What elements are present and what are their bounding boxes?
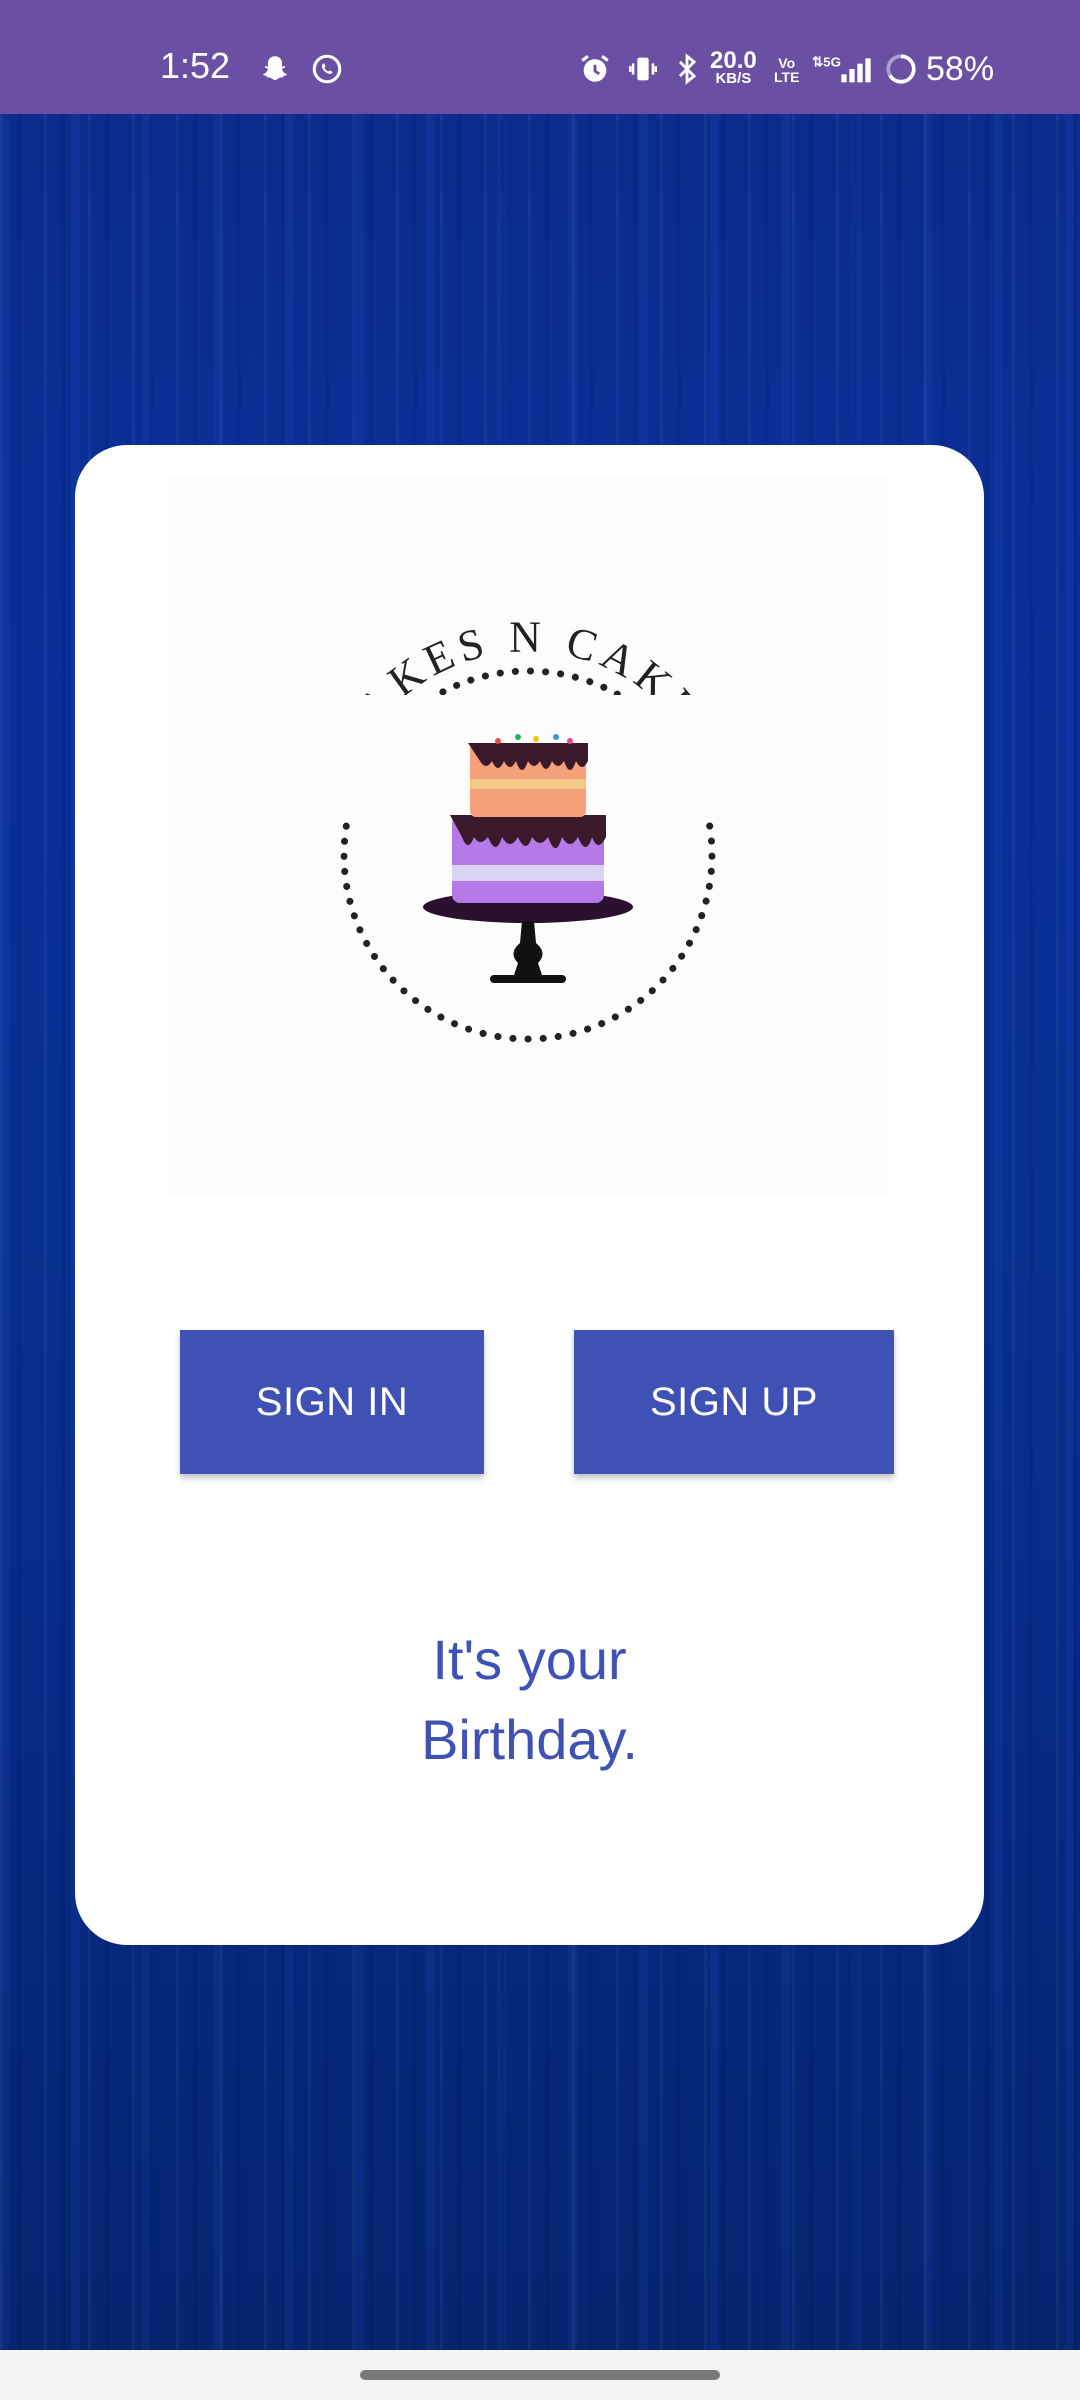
tagline: It's your Birthday.	[75, 1620, 984, 1780]
alarm-icon	[581, 55, 609, 82]
welcome-card: CAKES N CAKES SIGN IN SIGN UP It	[75, 445, 984, 1945]
snapchat-icon	[262, 56, 288, 80]
battery-icon	[886, 54, 916, 84]
navigation-bar	[0, 2350, 1080, 2400]
tagline-line-1: It's your	[432, 1628, 627, 1691]
cake-logo-icon: CAKES N CAKES	[318, 612, 738, 1043]
sign-in-button[interactable]: SIGN IN	[180, 1330, 484, 1474]
status-time: 1:52	[160, 45, 231, 86]
vibrate-icon	[628, 57, 658, 81]
volte-indicator: Vo LTE	[774, 55, 800, 85]
status-bar: 1:52 20.0 KB/S Vo LTE ⇅5G 58%	[0, 0, 1080, 114]
svg-text:⇅5G: ⇅5G	[812, 54, 841, 69]
sign-up-button[interactable]: SIGN UP	[574, 1330, 894, 1474]
whatsapp-icon	[312, 54, 342, 84]
tagline-line-2: Birthday.	[421, 1708, 638, 1771]
signal-icon: ⇅5G	[812, 54, 871, 83]
bluetooth-icon	[678, 53, 697, 85]
app-logo: CAKES N CAKES	[168, 475, 888, 1195]
home-gesture-handle[interactable]	[360, 2370, 720, 2380]
battery-level: 58%	[926, 50, 995, 88]
network-speed: 20.0 KB/S	[710, 47, 757, 87]
